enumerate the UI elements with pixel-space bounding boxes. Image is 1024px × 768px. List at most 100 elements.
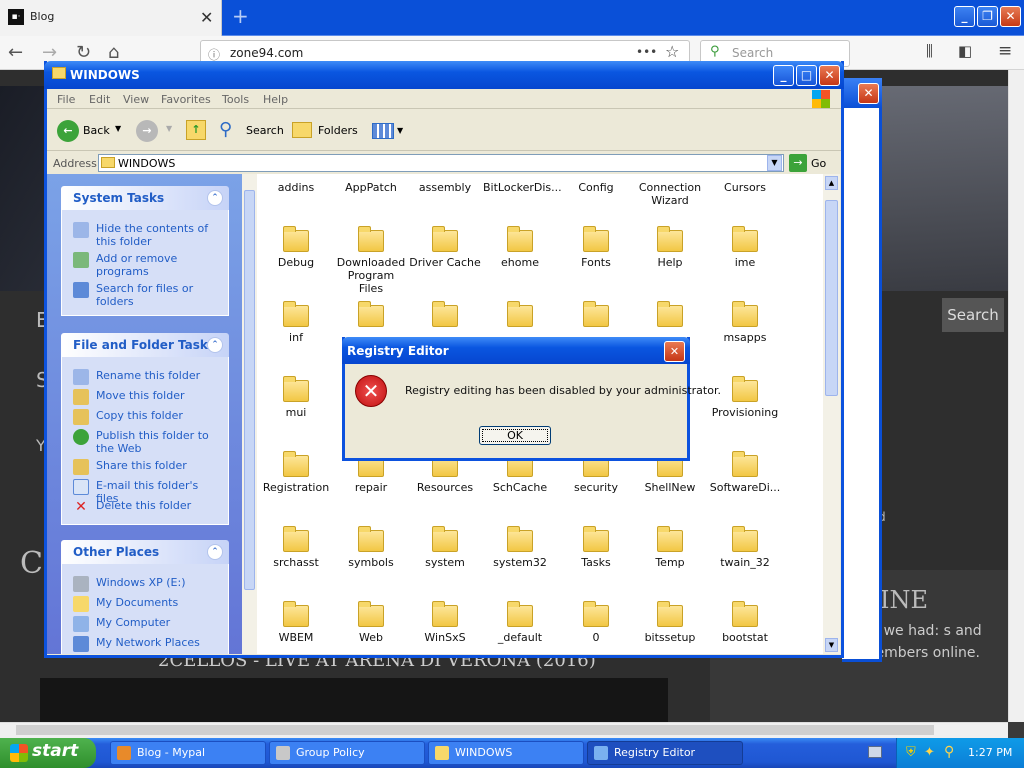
- forward-dropdown-icon[interactable]: ▼: [166, 124, 172, 133]
- scroll-down-icon[interactable]: ▼: [825, 638, 838, 652]
- folder-item[interactable]: twain_32: [708, 526, 782, 569]
- folder-item[interactable]: mui: [259, 376, 333, 419]
- folder-item[interactable]: inf: [259, 301, 333, 344]
- folder-item[interactable]: WinSxS: [408, 601, 482, 644]
- tab-close-icon[interactable]: ✕: [200, 8, 213, 27]
- task-rename-folder[interactable]: Rename this folder: [73, 369, 223, 385]
- collapse-chevron-icon[interactable]: ⌃: [207, 337, 223, 353]
- back-arrow-icon[interactable]: ←: [8, 42, 23, 63]
- collapse-chevron-icon[interactable]: ⌃: [207, 190, 223, 206]
- new-tab-button[interactable]: +: [232, 4, 249, 28]
- bookmark-star-icon[interactable]: ☆: [665, 42, 679, 61]
- go-button[interactable]: Go: [811, 157, 826, 170]
- folder-item[interactable]: symbols: [334, 526, 408, 569]
- menu-help[interactable]: Help: [263, 93, 288, 106]
- collapse-chevron-icon[interactable]: ⌃: [207, 544, 223, 560]
- forward-arrow-icon[interactable]: →: [42, 42, 57, 63]
- folder-item[interactable]: bitssetup: [633, 601, 707, 644]
- file-view-scroll-thumb[interactable]: [825, 200, 838, 396]
- folder-item[interactable]: Temp: [633, 526, 707, 569]
- folder-item[interactable]: [334, 301, 408, 331]
- search-icon[interactable]: ⚲: [219, 119, 232, 140]
- folder-item[interactable]: Debug: [259, 226, 333, 269]
- folder-item[interactable]: system32: [483, 526, 557, 569]
- folder-item[interactable]: [559, 301, 633, 331]
- address-input[interactable]: [98, 154, 784, 172]
- taskbar-item-blog[interactable]: Blog - Mypal: [110, 741, 266, 765]
- security-shield-icon[interactable]: ⛨: [906, 745, 916, 760]
- task-hide-contents[interactable]: Hide the contents of this folder: [73, 222, 223, 248]
- folder-item[interactable]: Cursors: [708, 181, 782, 194]
- browser-minimize-button[interactable]: _: [954, 6, 975, 27]
- folder-item[interactable]: Driver Cache: [408, 226, 482, 269]
- menu-edit[interactable]: Edit: [89, 93, 110, 106]
- folder-item[interactable]: WBEM: [259, 601, 333, 644]
- folder-item[interactable]: 0: [559, 601, 633, 644]
- task-move-folder[interactable]: Move this folder: [73, 389, 223, 405]
- reload-icon[interactable]: ↻: [76, 42, 91, 63]
- background-window-close-button[interactable]: ✕: [858, 83, 879, 104]
- page-actions-icon[interactable]: •••: [636, 45, 657, 59]
- folder-item[interactable]: Config: [559, 181, 633, 194]
- folder-item[interactable]: [633, 301, 707, 331]
- place-my-computer[interactable]: My Computer: [73, 616, 223, 632]
- task-add-remove-programs[interactable]: Add or remove programs: [73, 252, 223, 278]
- folder-item[interactable]: Help: [633, 226, 707, 269]
- folder-item[interactable]: Tasks: [559, 526, 633, 569]
- search-button[interactable]: Search: [246, 124, 284, 137]
- menu-tools[interactable]: Tools: [222, 93, 249, 106]
- taskbar-item-windows[interactable]: WINDOWS: [428, 741, 584, 765]
- views-icon[interactable]: [372, 123, 394, 139]
- place-my-documents[interactable]: My Documents: [73, 596, 223, 612]
- folder-item[interactable]: [483, 301, 557, 331]
- system-tasks-header[interactable]: System Tasks: [61, 186, 229, 210]
- menu-favorites[interactable]: Favorites: [161, 93, 211, 106]
- home-icon[interactable]: ⌂: [108, 42, 119, 63]
- back-button[interactable]: Back: [83, 124, 110, 137]
- taskbar-item-registry-editor[interactable]: Registry Editor: [587, 741, 743, 765]
- explorer-titlebar[interactable]: [44, 61, 844, 89]
- folder-item[interactable]: system: [408, 526, 482, 569]
- browser-vertical-scrollbar[interactable]: [1008, 70, 1024, 722]
- folder-item[interactable]: addins: [259, 181, 333, 194]
- task-pane-scroll-thumb[interactable]: [244, 190, 255, 590]
- site-video-thumbnail[interactable]: [40, 678, 668, 722]
- folders-button[interactable]: Folders: [318, 124, 358, 137]
- forward-icon[interactable]: →: [136, 120, 158, 142]
- folder-item[interactable]: SoftwareDi...: [708, 451, 782, 494]
- folder-item[interactable]: Fonts: [559, 226, 633, 269]
- keyboard-icon[interactable]: [868, 746, 882, 758]
- folder-item[interactable]: AppPatch: [334, 181, 408, 194]
- folder-item[interactable]: srchasst: [259, 526, 333, 569]
- folder-item[interactable]: Registration: [259, 451, 333, 494]
- up-folder-icon[interactable]: ↑: [186, 120, 206, 140]
- task-publish-folder[interactable]: Publish this folder to the Web: [73, 429, 223, 455]
- task-copy-folder[interactable]: Copy this folder: [73, 409, 223, 425]
- folder-item[interactable]: Downloaded Program Files: [334, 226, 408, 295]
- folder-item[interactable]: msapps: [708, 301, 782, 344]
- task-share-folder[interactable]: Share this folder: [73, 459, 223, 475]
- taskbar-item-group-policy[interactable]: Group Policy: [269, 741, 425, 765]
- dialog-close-button[interactable]: ✕: [664, 341, 685, 362]
- task-delete-folder[interactable]: ✕ Delete this folder: [73, 499, 223, 515]
- folder-item[interactable]: Web: [334, 601, 408, 644]
- folder-item[interactable]: Connection Wizard: [633, 181, 707, 207]
- back-icon[interactable]: ←: [57, 120, 79, 142]
- task-search-files[interactable]: Search for files or folders: [73, 282, 223, 308]
- views-dropdown-icon[interactable]: ▼: [397, 126, 403, 135]
- menu-file[interactable]: File: [57, 93, 75, 106]
- explorer-close-button[interactable]: ✕: [819, 65, 840, 86]
- search-tray-icon[interactable]: ⚲: [944, 744, 954, 760]
- file-folder-tasks-header[interactable]: File and Folder Tasks: [61, 333, 229, 357]
- folder-item[interactable]: ehome: [483, 226, 557, 269]
- browser-horizontal-scroll-thumb[interactable]: [16, 725, 934, 735]
- ok-button[interactable]: OK: [479, 426, 551, 445]
- address-dropdown-icon[interactable]: ▼: [767, 155, 782, 171]
- go-arrow-icon[interactable]: →: [789, 154, 807, 172]
- explorer-minimize-button[interactable]: _: [773, 65, 794, 86]
- folder-item[interactable]: assembly: [408, 181, 482, 194]
- explorer-maximize-button[interactable]: □: [796, 65, 817, 86]
- site-search-button[interactable]: Search: [942, 298, 1004, 332]
- place-my-network-places[interactable]: My Network Places: [73, 636, 223, 652]
- folders-icon[interactable]: [292, 122, 312, 138]
